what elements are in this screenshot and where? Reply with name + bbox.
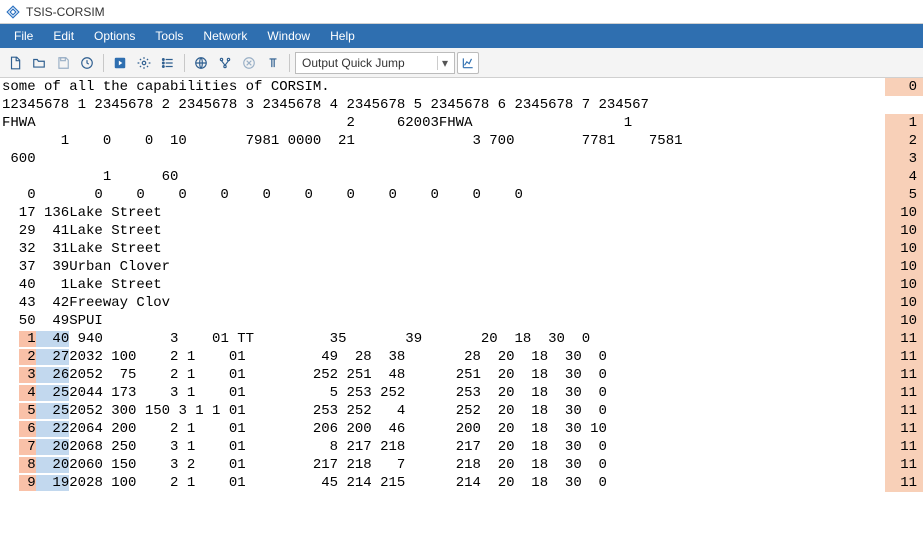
chevron-down-icon: ▾ [437,56,452,70]
gutter-cell: 10 [885,222,923,240]
toolbar-separator [289,54,290,72]
gutter-cell: 4 [885,168,923,186]
editor-line[interactable]: 5 252052 300 150 3 1 1 01 253 252 4 252 … [2,402,921,420]
network-map-icon[interactable] [214,52,236,74]
new-file-icon[interactable] [4,52,26,74]
menu-tools[interactable]: Tools [145,24,193,48]
list-icon[interactable] [157,52,179,74]
menu-edit[interactable]: Edit [43,24,84,48]
menu-bar: File Edit Options Tools Network Window H… [0,24,923,48]
editor-line[interactable]: 17 136Lake Street [2,204,921,222]
settings-icon[interactable] [133,52,155,74]
globe-clock-icon[interactable] [76,52,98,74]
save-icon[interactable] [52,52,74,74]
title-bar: TSIS-CORSIM [0,0,923,24]
gutter-cell [885,96,923,114]
menu-options[interactable]: Options [84,24,145,48]
editor-line[interactable]: 6 222064 200 2 1 01 206 200 46 200 20 18… [2,420,921,438]
editor-line[interactable]: 4 252044 173 3 1 01 5 253 252 253 20 18 … [2,384,921,402]
output-quick-jump-dropdown[interactable]: Output Quick Jump ▾ [295,52,455,74]
toolbar-separator [103,54,104,72]
app-icon [6,5,20,19]
editor-line[interactable]: 8 202060 150 3 2 01 217 218 7 218 20 18 … [2,456,921,474]
editor-line[interactable]: 2 272032 100 2 1 01 49 28 38 28 20 18 30… [2,348,921,366]
gutter-cell: 1 [885,114,923,132]
gutter-cell: 11 [885,474,923,492]
gutter-cell: 11 [885,456,923,474]
gutter-cell: 0 [885,78,923,96]
editor-line[interactable]: some of all the capabilities of CORSIM. [2,78,921,96]
editor-line[interactable]: 1 40 940 3 01 TT 35 39 20 18 30 0 [2,330,921,348]
gutter-cell: 10 [885,312,923,330]
menu-help[interactable]: Help [320,24,365,48]
gutter-cell: 11 [885,402,923,420]
window-title: TSIS-CORSIM [26,5,105,19]
gutter-cell: 10 [885,276,923,294]
toolbar: Output Quick Jump ▾ [0,48,923,78]
editor-line[interactable]: 3 262052 75 2 1 01 252 251 48 251 20 18 … [2,366,921,384]
editor-area[interactable]: some of all the capabilities of CORSIM.1… [0,78,923,546]
editor-line[interactable]: 43 42Freeway Clov [2,294,921,312]
record-type-gutter: 01234510101010101010111111111111111111 [885,78,923,492]
editor-line[interactable]: 37 39Urban Clover [2,258,921,276]
gutter-cell: 5 [885,186,923,204]
gutter-cell: 11 [885,348,923,366]
editor-line[interactable]: 600 [2,150,921,168]
editor-line[interactable]: 0 0 0 0 0 0 0 0 0 0 0 0 [2,186,921,204]
gutter-cell: 2 [885,132,923,150]
menu-window[interactable]: Window [257,24,320,48]
editor-line[interactable]: 1 60 [2,168,921,186]
editor-line[interactable]: 12345678 1 2345678 2 2345678 3 2345678 4… [2,96,921,114]
gutter-cell: 3 [885,150,923,168]
gutter-cell: 11 [885,330,923,348]
gutter-cell: 11 [885,420,923,438]
cancel-icon[interactable] [238,52,260,74]
editor-line[interactable]: 29 41Lake Street [2,222,921,240]
editor-line[interactable]: 32 31Lake Street [2,240,921,258]
play-icon[interactable] [109,52,131,74]
open-folder-icon[interactable] [28,52,50,74]
editor-line[interactable]: 50 49SPUI [2,312,921,330]
gutter-cell: 11 [885,438,923,456]
gutter-cell: 10 [885,240,923,258]
gutter-cell: 10 [885,258,923,276]
menu-network[interactable]: Network [193,24,257,48]
editor-line[interactable]: FHWA 2 62003FHWA 1 [2,114,921,132]
gutter-cell: 11 [885,366,923,384]
menu-file[interactable]: File [4,24,43,48]
gutter-cell: 11 [885,384,923,402]
dropdown-label: Output Quick Jump [302,56,437,70]
editor-line[interactable]: 40 1Lake Street [2,276,921,294]
text-format-icon[interactable] [262,52,284,74]
toolbar-separator [184,54,185,72]
editor-line[interactable]: 1 0 0 10 7981 0000 21 3 700 7781 7581 [2,132,921,150]
globe-icon[interactable] [190,52,212,74]
editor-line[interactable]: 9 192028 100 2 1 01 45 214 215 214 20 18… [2,474,921,492]
gutter-cell: 10 [885,204,923,222]
gutter-cell: 10 [885,294,923,312]
chart-icon[interactable] [457,52,479,74]
editor-line[interactable]: 7 202068 250 3 1 01 8 217 218 217 20 18 … [2,438,921,456]
text-content[interactable]: some of all the capabilities of CORSIM.1… [0,78,923,492]
